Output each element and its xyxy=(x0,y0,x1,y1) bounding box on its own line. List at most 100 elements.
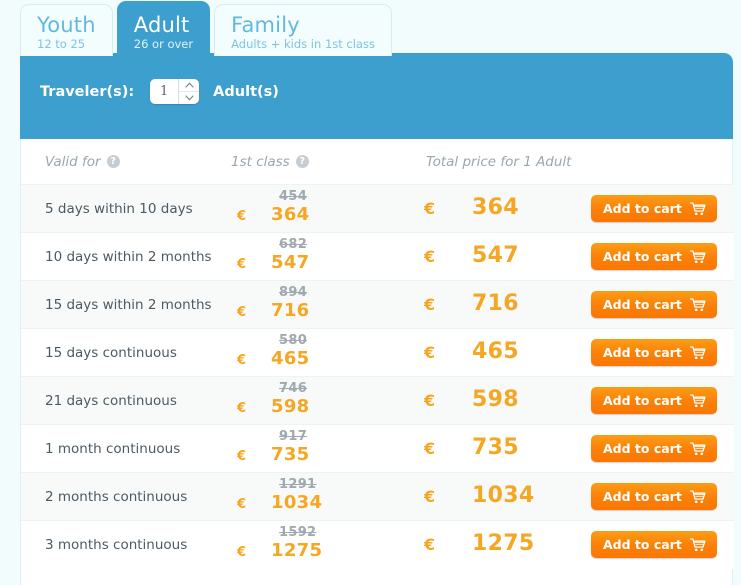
column-header-first-class: 1st class ? xyxy=(231,139,416,185)
cell-first-class-price: 1291 €1034 xyxy=(231,472,416,521)
currency-symbol-total: € xyxy=(424,294,436,314)
currency-symbol-total: € xyxy=(424,390,436,410)
first-class-original-price: 682 xyxy=(279,236,308,252)
tab-family[interactable]: Family Adults + kids in 1st class xyxy=(214,3,392,56)
currency-symbol-first-class: € xyxy=(237,400,247,416)
table-row: 1 month continuous 917 €735 €735 Add to cart xyxy=(21,424,735,473)
traveler-unit-label: Adult(s) xyxy=(213,83,279,100)
help-icon-first-class[interactable]: ? xyxy=(295,155,309,168)
add-to-cart-button[interactable]: Add to cart xyxy=(591,195,717,222)
cell-total-price: €735 xyxy=(416,425,591,473)
tab-adult[interactable]: Adult 26 or over xyxy=(116,0,211,59)
shopping-cart-icon xyxy=(689,441,706,456)
first-class-discounted-price: 465 xyxy=(271,347,310,369)
table-row: 15 days within 2 months 894 €716 €716 Add to… xyxy=(21,280,735,329)
cell-total-price: €1275 xyxy=(416,521,591,569)
valid-for-label: 5 days within 10 days xyxy=(45,200,193,217)
stepper-buttons xyxy=(178,79,200,104)
total-price-value: 1034 xyxy=(472,482,535,508)
tab-title: Adult xyxy=(133,12,190,37)
cell-first-class-price: 580 €465 xyxy=(231,329,416,377)
cell-valid-for: 21 days continuous xyxy=(21,376,231,425)
tab-subtitle: 26 or over xyxy=(133,36,194,51)
shopping-cart-icon xyxy=(689,393,706,408)
first-class-discounted-price: 1275 xyxy=(271,539,323,561)
cell-first-class-price: 682 €547 xyxy=(231,233,416,281)
add-to-cart-label: Add to cart xyxy=(603,489,682,504)
price-table-panel: Valid for ? 1st class ? Total price for … xyxy=(20,139,735,585)
price-table: Valid for ? 1st class ? Total price for … xyxy=(21,139,735,569)
traveler-row: Traveler(s): Adult(s) xyxy=(20,53,733,104)
shopping-cart-icon xyxy=(689,345,706,359)
table-row: 2 months continuous 1291 €1034 €1034 Add to … xyxy=(21,472,735,521)
total-price-value: 716 xyxy=(472,290,519,316)
valid-for-label: 21 days continuous xyxy=(45,392,177,409)
first-class-original-price: 1291 xyxy=(279,476,317,492)
add-to-cart-label: Add to cart xyxy=(603,201,682,216)
cell-valid-for: 15 days within 2 months xyxy=(21,280,231,329)
cell-total-price: €547 xyxy=(416,233,591,281)
cell-first-class-price: 1592 €1275 xyxy=(231,521,416,569)
tab-youth[interactable]: Youth 12 to 25 xyxy=(20,3,113,56)
cell-first-class-price: 454 €364 xyxy=(231,184,416,233)
shopping-cart-icon xyxy=(689,297,706,312)
traveler-count-input[interactable] xyxy=(150,79,179,104)
table-row: 5 days within 10 days 454 €364 €364 Add to c… xyxy=(21,184,735,233)
currency-symbol-total: € xyxy=(424,198,436,218)
shopping-cart-icon xyxy=(689,489,706,504)
valid-for-label: 1 month continuous xyxy=(45,440,181,457)
column-header-total-price-label: Total price for 1 Adult xyxy=(426,153,572,170)
currency-symbol-first-class: € xyxy=(237,208,247,224)
currency-symbol-total: € xyxy=(424,438,436,458)
cell-first-class-price: 917 €735 xyxy=(231,425,416,473)
chevron-up-icon[interactable] xyxy=(179,79,199,91)
cell-valid-for: 3 months continuous xyxy=(21,521,231,569)
valid-for-label: 10 days within 2 months xyxy=(45,248,212,265)
shopping-cart-icon xyxy=(689,249,706,264)
traveler-quantity-stepper[interactable] xyxy=(150,79,200,104)
add-to-cart-button[interactable]: Add to cart xyxy=(591,531,717,559)
cell-add-to-cart: Add to cart xyxy=(591,425,734,473)
first-class-discounted-price: 1034 xyxy=(271,491,323,513)
first-class-discounted-price: 716 xyxy=(271,299,310,321)
cell-valid-for: 5 days within 10 days xyxy=(21,184,231,233)
total-price-value: 364 xyxy=(472,194,519,220)
cell-first-class-price: 746 €598 xyxy=(231,376,416,425)
help-icon-valid-for[interactable]: ? xyxy=(106,155,120,168)
first-class-discounted-price: 598 xyxy=(271,395,310,417)
cell-total-price: €598 xyxy=(416,376,591,425)
valid-for-label: 15 days continuous xyxy=(45,344,177,361)
tab-bar: Youth 12 to 25 Adult 26 or over Family Adults… xyxy=(20,0,396,59)
valid-for-label: 2 months continuous xyxy=(45,488,188,505)
first-class-original-price: 580 xyxy=(279,332,308,348)
add-to-cart-button[interactable]: Add to cart xyxy=(591,435,717,462)
first-class-original-price: 454 xyxy=(279,188,308,204)
first-class-discounted-price: 364 xyxy=(271,203,310,225)
column-header-valid-for-label: Valid for xyxy=(45,153,101,170)
add-to-cart-button[interactable]: Add to cart xyxy=(591,339,717,366)
currency-symbol-first-class: € xyxy=(237,448,247,464)
total-price-value: 1275 xyxy=(472,530,535,556)
valid-for-label: 15 days within 2 months xyxy=(45,296,212,313)
tab-title: Family xyxy=(231,12,300,37)
cell-add-to-cart: Add to cart xyxy=(591,376,735,425)
add-to-cart-button[interactable]: Add to cart xyxy=(591,483,717,510)
first-class-original-price: 746 xyxy=(279,380,308,396)
currency-symbol-total: € xyxy=(424,342,436,362)
shopping-cart-icon xyxy=(689,201,706,215)
add-to-cart-label: Add to cart xyxy=(603,249,682,264)
currency-symbol-total: € xyxy=(424,246,436,266)
shopping-cart-icon xyxy=(689,393,706,407)
cell-total-price: €364 xyxy=(416,184,591,233)
valid-for-label: 3 months continuous xyxy=(45,536,188,553)
add-to-cart-button[interactable]: Add to cart xyxy=(591,291,717,318)
add-to-cart-button[interactable]: Add to cart xyxy=(591,243,717,270)
tab-title: Youth xyxy=(37,12,96,37)
currency-symbol-first-class: € xyxy=(237,256,247,272)
price-table-head: Valid for ? 1st class ? Total price for … xyxy=(21,139,734,185)
chevron-down-icon[interactable] xyxy=(179,91,200,104)
cell-valid-for: 15 days continuous xyxy=(21,329,231,377)
cell-total-price: €1034 xyxy=(416,472,591,521)
cell-add-to-cart: Add to cart xyxy=(591,233,734,281)
add-to-cart-button[interactable]: Add to cart xyxy=(591,387,717,414)
